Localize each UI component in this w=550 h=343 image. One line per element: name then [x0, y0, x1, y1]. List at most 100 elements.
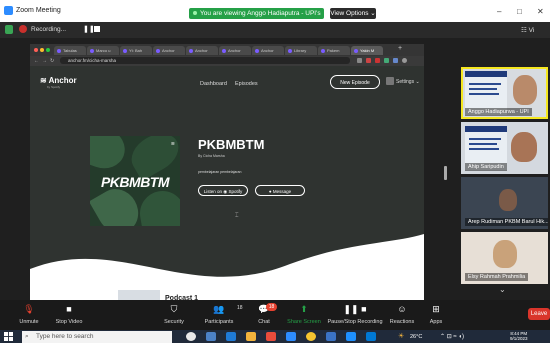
clock-date: 9/1/2023	[510, 336, 528, 341]
tab-label: Anchor	[261, 48, 274, 53]
pause-recording-button[interactable]: ❚❚	[83, 25, 95, 33]
share-screen-button[interactable]: ⬆ Share Screen	[280, 304, 328, 325]
app-icon[interactable]	[206, 332, 216, 341]
view-options-button[interactable]: View Options ⌄	[330, 8, 376, 19]
participant-name: Arep Rudiman PKBM Barul Hik...	[465, 218, 548, 226]
panel-resize-handle[interactable]	[444, 166, 447, 180]
reload-icon[interactable]: ↻	[50, 58, 54, 64]
tab-label: Anchor	[162, 48, 175, 53]
recording-label: Recording...	[31, 26, 67, 33]
extension-icon[interactable]	[375, 58, 380, 63]
participants-button[interactable]: 👥 Participants	[195, 304, 243, 325]
browser-tab[interactable]: Anchor	[252, 46, 284, 55]
minimize-dot-icon[interactable]	[40, 48, 44, 52]
more-participants-button[interactable]: ⌄	[499, 285, 506, 294]
search-placeholder: Type here to search	[36, 333, 94, 340]
tab-favicon-icon	[123, 48, 127, 53]
anchor-logo[interactable]: ≋ Anchor	[40, 76, 77, 85]
participant-name: Elsy Rahmah Prahmilia	[465, 273, 529, 281]
stop-recording-button[interactable]	[94, 26, 100, 32]
podcast-title: PKBMBTM	[198, 137, 265, 152]
browser-tab[interactable]: Yakin M	[351, 46, 383, 55]
mouse-cursor-icon: ⌶	[235, 213, 239, 219]
browser-tab[interactable]: Marco u	[87, 46, 119, 55]
participant-tile[interactable]: Arep Rudiman PKBM Barul Hik...	[461, 177, 548, 229]
search-icon: ⌕	[25, 333, 29, 340]
nav-dashboard[interactable]: Dashboard	[200, 81, 227, 87]
listen-on-spotify-button[interactable]: Listen on ◉ Spotify	[198, 185, 248, 196]
participant-tile[interactable]: Elsy Rahmah Prahmilia	[461, 232, 548, 284]
tab-favicon-icon	[255, 48, 259, 53]
apps-button[interactable]: ⊞ Apps	[412, 304, 460, 325]
tab-label: Anchor	[195, 48, 208, 53]
shared-screen: + Tabulas Marco u Yt: Bah Anchor Anchor Ancho…	[30, 44, 424, 302]
browser-tab[interactable]: Tabulas	[54, 46, 86, 55]
recording-dot-icon	[19, 25, 27, 33]
shield-icon[interactable]	[5, 25, 13, 34]
message-button[interactable]: ● Message	[255, 185, 305, 196]
anchor-logo-glyph: ≋	[40, 76, 49, 85]
tab-favicon-icon	[354, 48, 358, 53]
close-dot-icon[interactable]	[34, 48, 38, 52]
view-menu-button[interactable]: ☷ Vi	[521, 26, 534, 34]
tray-icons[interactable]: ⌃ ⊡ ≈ ◖)	[440, 333, 464, 340]
browser-tab[interactable]: Library	[285, 46, 317, 55]
browser-tab[interactable]: Anchor	[153, 46, 185, 55]
participants-label: Participants	[204, 319, 234, 325]
zoom-taskbar-icon[interactable]	[286, 332, 296, 341]
profile-icon[interactable]	[402, 58, 407, 63]
forward-icon[interactable]: →	[42, 58, 47, 64]
share-icon[interactable]	[357, 58, 362, 63]
security-button[interactable]: ⛉ Security	[150, 304, 198, 325]
participant-name: Anggo Hadiapurwa - UPI	[465, 108, 532, 116]
participant-tile[interactable]: Ahip Saripudin	[461, 122, 548, 174]
app-icon[interactable]	[366, 332, 376, 341]
pause-stop-recording-button[interactable]: ❚❚ ■ Pause/Stop Recording	[325, 304, 385, 325]
pause-stop-icon: ❚❚ ■	[343, 304, 367, 314]
back-icon[interactable]: ←	[34, 58, 39, 64]
windows-start-icon[interactable]	[4, 332, 13, 341]
app-icon[interactable]	[346, 332, 356, 341]
zoom-dot-icon[interactable]	[46, 48, 50, 52]
address-bar[interactable]: anchor.fm/cicha-marsha	[60, 57, 350, 64]
app-icon[interactable]	[266, 332, 276, 341]
settings-menu[interactable]: Settings ⌄	[396, 79, 420, 85]
avatar[interactable]	[386, 77, 394, 85]
green-dot-icon	[193, 11, 197, 16]
recording-bar: Recording... ❚❚ ☷ Vi	[0, 22, 550, 38]
participants-icon: 👥	[213, 304, 225, 314]
browser-tab[interactable]: Yt: Bah	[120, 46, 152, 55]
browser-tab[interactable]: Anchor	[186, 46, 218, 55]
zoom-logo-icon	[4, 6, 13, 15]
chrome-icon[interactable]	[306, 332, 316, 341]
chat-label: Chat	[258, 319, 270, 325]
anchor-page: ≋ Anchor by Spotify Dashboard Episodes N…	[30, 66, 424, 302]
close-button[interactable]: ✕	[537, 7, 544, 16]
new-tab-button[interactable]: +	[398, 45, 402, 52]
participant-tile[interactable]: Anggo Hadiapurwa - UPI	[461, 67, 548, 119]
temperature[interactable]: 26°C	[410, 334, 422, 340]
maximize-button[interactable]: □	[517, 7, 522, 16]
leave-button[interactable]: Leave	[528, 308, 550, 320]
file-explorer-icon[interactable]	[246, 332, 256, 341]
browser-tab[interactable]: Anchor	[219, 46, 251, 55]
shield-icon: ⛉	[170, 304, 178, 314]
app-icon[interactable]	[326, 332, 336, 341]
edge-icon[interactable]	[226, 332, 236, 341]
minimize-button[interactable]: –	[497, 7, 501, 16]
participant-video	[499, 189, 517, 211]
stop-video-button[interactable]: ■ Stop Video	[45, 304, 93, 325]
participant-video	[511, 132, 537, 162]
tab-label: Pakem	[327, 48, 340, 53]
extension-icon[interactable]	[393, 58, 398, 63]
taskbar-clock[interactable]: 8:44 PM 9/1/2023	[510, 331, 528, 341]
extension-icon[interactable]	[384, 58, 389, 63]
new-episode-button[interactable]: New Episode	[330, 75, 380, 89]
browser-tab[interactable]: Pakem	[318, 46, 350, 55]
tab-label: Anchor	[228, 48, 241, 53]
tab-favicon-icon	[189, 48, 193, 53]
taskbar-search-input[interactable]: ⌕ Type here to search	[22, 331, 172, 343]
task-view-icon[interactable]	[186, 332, 196, 341]
nav-episodes[interactable]: Episodes	[235, 81, 258, 87]
extension-icon[interactable]	[366, 58, 371, 63]
